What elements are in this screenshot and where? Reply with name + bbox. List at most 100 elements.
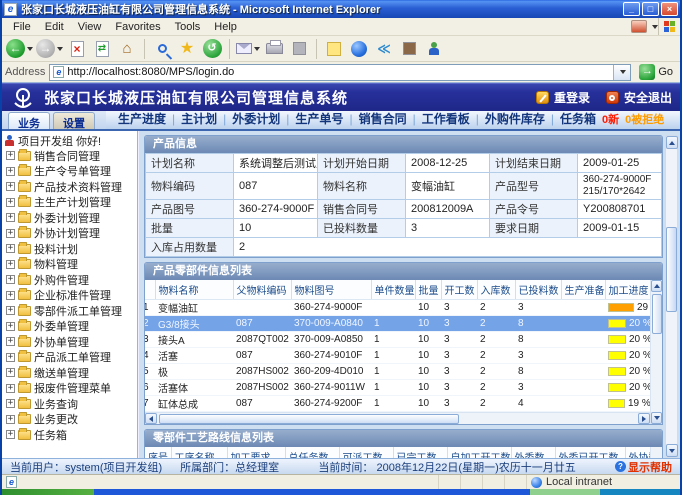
show-help-link[interactable]: ? 显示帮助	[615, 459, 672, 475]
nav-item[interactable]: 任务箱	[560, 110, 596, 127]
expand-icon[interactable]: +	[6, 306, 15, 315]
expand-icon[interactable]: +	[6, 291, 15, 300]
tree-root[interactable]: 项目开发组 你好!	[4, 133, 137, 148]
column-header[interactable]: 加工要求	[227, 447, 285, 458]
column-header[interactable]: 外协数	[625, 447, 650, 458]
column-header[interactable]: 批量	[415, 280, 441, 300]
expand-icon[interactable]: +	[6, 229, 15, 238]
maximize-button[interactable]: □	[642, 2, 659, 16]
expand-icon[interactable]: +	[6, 430, 15, 439]
sidebar-item[interactable]: +物料管理	[4, 257, 137, 273]
print-button[interactable]	[263, 38, 285, 60]
menu-item-tools[interactable]: Tools	[168, 20, 208, 34]
address-input[interactable]	[67, 66, 613, 78]
mail-dropdown-icon[interactable]	[254, 47, 260, 51]
expand-icon[interactable]: +	[6, 415, 15, 424]
scroll-right-icon[interactable]	[638, 413, 650, 424]
sidebar-item[interactable]: +产品技术资料管理	[4, 179, 137, 195]
toolbar-extension-icon[interactable]	[631, 20, 647, 33]
scroll-down-icon[interactable]	[651, 412, 662, 424]
go-button[interactable]: → Go	[635, 64, 677, 80]
back-button[interactable]: ←	[6, 38, 33, 60]
column-header[interactable]: 外委已开工数	[555, 447, 625, 458]
sidebar-item[interactable]: +投料计划	[4, 241, 137, 257]
expand-icon[interactable]: +	[6, 322, 15, 331]
expand-icon[interactable]: +	[6, 337, 15, 346]
column-header[interactable]: 入库数	[477, 280, 515, 300]
page-scroll-up-icon[interactable]	[666, 136, 678, 149]
menu-item-favorites[interactable]: Favorites	[108, 20, 167, 34]
web-button[interactable]	[348, 38, 370, 60]
sidebar-item[interactable]: +企业标准件管理	[4, 288, 137, 304]
sidebar-item[interactable]: +业务更改	[4, 412, 137, 428]
search-button[interactable]	[151, 38, 173, 60]
table-row[interactable]: 3接头A2087QT002370-009-A085011032820 %	[145, 332, 650, 348]
expand-icon[interactable]: +	[6, 275, 15, 284]
column-header[interactable]: 父物料编码	[233, 280, 291, 300]
table-row[interactable]: 2G3/8接头087370-009-A084011032820 %	[145, 316, 650, 332]
edit-button[interactable]	[288, 38, 310, 60]
minimize-button[interactable]: _	[623, 2, 640, 16]
favorites-button[interactable]: ★	[176, 38, 198, 60]
column-header[interactable]: 可派工数	[339, 447, 393, 458]
tab-settings[interactable]: 设置	[53, 112, 95, 129]
close-button[interactable]: ×	[661, 2, 678, 16]
tab-business[interactable]: 业务	[8, 112, 50, 129]
column-header[interactable]: 加工进度	[605, 280, 650, 300]
address-dropdown-button[interactable]	[613, 65, 630, 80]
page-scroll-down-icon[interactable]	[666, 444, 678, 457]
history-button[interactable]: ↺	[201, 38, 223, 60]
menu-item-file[interactable]: File	[6, 20, 38, 34]
relogin-button[interactable]: 重登录	[536, 89, 590, 106]
forward-dropdown-icon[interactable]	[57, 47, 63, 51]
menu-item-edit[interactable]: Edit	[38, 20, 71, 34]
nav-item[interactable]: 生产单号	[295, 110, 343, 127]
sidebar-item[interactable]: +业务查询	[4, 396, 137, 412]
scroll-up-icon[interactable]	[651, 280, 662, 292]
column-header[interactable]: 外委数	[511, 447, 555, 458]
page-scrollbar[interactable]	[665, 135, 678, 458]
sidebar-item[interactable]: +外协计划管理	[4, 226, 137, 242]
nav-item[interactable]: 生产进度	[118, 110, 166, 127]
hscroll-thumb[interactable]	[159, 414, 459, 424]
table-row[interactable]: 4活塞087360-274-9010F11032320 %	[145, 348, 650, 364]
page-scroll-thumb[interactable]	[666, 227, 677, 312]
start-button-sliver[interactable]	[2, 489, 94, 495]
expand-icon[interactable]: +	[6, 244, 15, 253]
related-button[interactable]: ≪	[373, 38, 395, 60]
column-header[interactable]: 工序名称	[171, 447, 227, 458]
mail-button[interactable]	[236, 38, 260, 60]
expand-icon[interactable]: +	[6, 198, 15, 207]
sidebar-item[interactable]: +外委单管理	[4, 319, 137, 335]
sidebar-item[interactable]: +零部件派工单管理	[4, 303, 137, 319]
column-header[interactable]: 序号	[145, 447, 171, 458]
logout-button[interactable]: 安全退出	[606, 89, 672, 106]
scroll-left-icon[interactable]	[145, 413, 157, 424]
stop-button[interactable]: ×	[66, 38, 88, 60]
column-header[interactable]: 生产准备	[561, 280, 605, 300]
nav-item[interactable]: 工作看板	[422, 110, 470, 127]
sidebar-item[interactable]: +主生产计划管理	[4, 195, 137, 211]
expand-icon[interactable]: +	[6, 213, 15, 222]
column-header[interactable]: 自加工开工数	[447, 447, 511, 458]
parts-hscrollbar[interactable]	[145, 412, 650, 424]
parts-vscrollbar[interactable]	[650, 280, 662, 424]
column-header[interactable]: 已完工数	[393, 447, 447, 458]
notes-button[interactable]	[323, 38, 345, 60]
expand-icon[interactable]: +	[6, 151, 15, 160]
sidebar-item[interactable]: +外委计划管理	[4, 210, 137, 226]
column-header[interactable]: 物料图号	[291, 280, 371, 300]
route-vscrollbar[interactable]	[650, 447, 662, 458]
sidebar-item[interactable]: +任务箱	[4, 427, 137, 443]
column-header[interactable]: 已投料数	[515, 280, 561, 300]
back-dropdown-icon[interactable]	[27, 47, 33, 51]
table-row[interactable]: 5极2087HS002360-209-4D01011032820 %	[145, 364, 650, 380]
expand-icon[interactable]: +	[6, 182, 15, 191]
expand-icon[interactable]: +	[6, 260, 15, 269]
sidebar-item[interactable]: +报废件管理菜单	[4, 381, 137, 397]
nav-item[interactable]: 外购件库存	[485, 110, 545, 127]
table-row[interactable]: 7缸体总成087360-274-9200F11032419 %	[145, 396, 650, 412]
sidebar-item[interactable]: +外协单管理	[4, 334, 137, 350]
expand-icon[interactable]: +	[6, 167, 15, 176]
nav-item[interactable]: 外委计划	[232, 110, 280, 127]
